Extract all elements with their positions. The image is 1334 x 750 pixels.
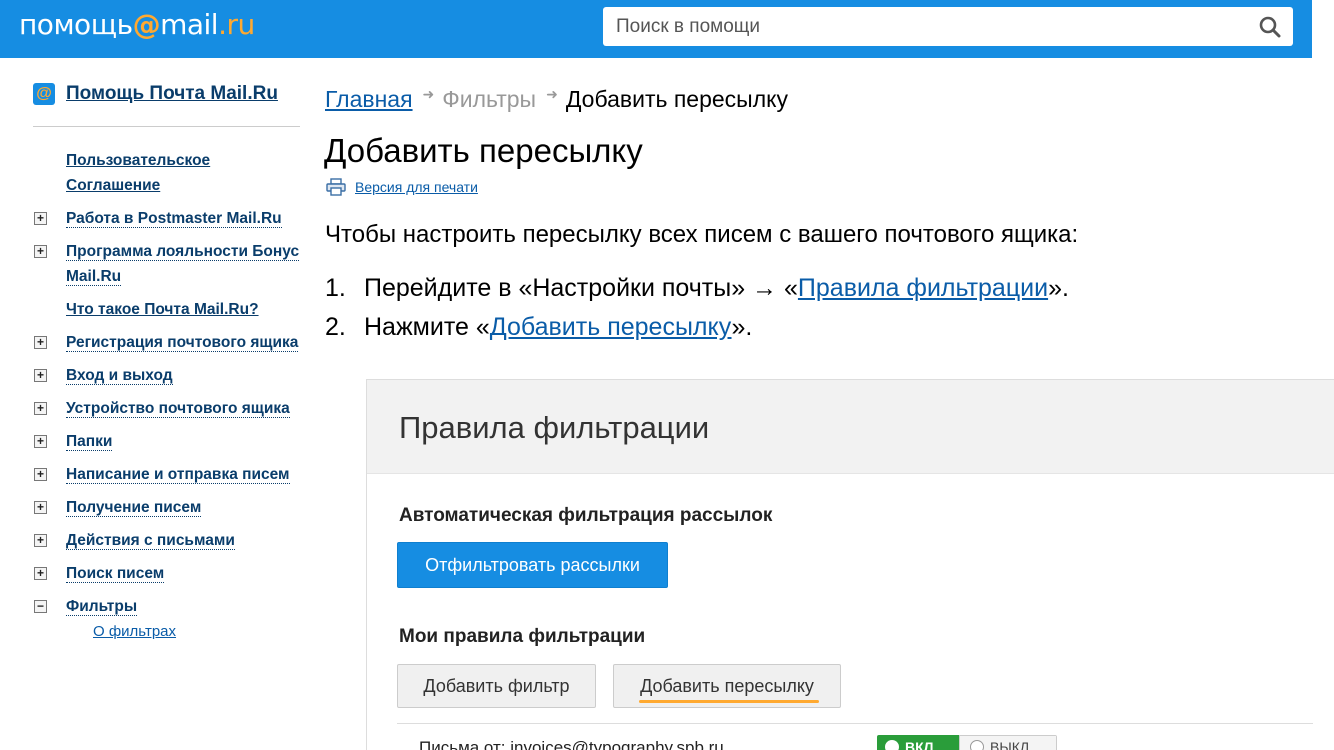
sidebar-link[interactable]: Действия с письмами (66, 532, 235, 550)
sidebar-item-what-is-mail: Что такое Почта Mail.Ru? (33, 297, 300, 322)
sidebar-link[interactable]: Работа в Postmaster Mail.Ru (66, 210, 282, 228)
expand-plus-icon[interactable]: + (34, 245, 47, 258)
breadcrumb-section: Фильтры (442, 86, 537, 112)
sidebar-item-actions: + Действия с письмами (33, 528, 300, 553)
logo-text-ru: .ru (218, 8, 255, 41)
breadcrumb: Главная ➜ Фильтры ➜ Добавить пересылку (325, 86, 788, 113)
sidebar-link[interactable]: Получение писем (66, 499, 202, 517)
radio-dot-icon (885, 740, 899, 750)
toggle-on-option[interactable]: ВКЛ (877, 735, 959, 750)
toggle-off-label: ВЫКЛ (990, 739, 1030, 750)
sidebar-link[interactable]: Пользовательское Соглашение (66, 152, 210, 194)
expand-plus-icon[interactable]: + (34, 336, 47, 349)
sidebar-item-filters: − Фильтры (33, 594, 300, 619)
expand-plus-icon[interactable]: + (34, 468, 47, 481)
expand-plus-icon[interactable]: + (34, 369, 47, 382)
step-text: ». (731, 313, 753, 341)
step-number: 1. (325, 274, 346, 302)
step-text: ». (1048, 274, 1069, 302)
sidebar: @ Помощь Почта Mail.Ru Пользовательское … (33, 80, 300, 652)
sidebar-item-user-agreement: Пользовательское Соглашение (33, 148, 300, 198)
rule-row-text: Письма от: invoices@typography.spb.ru (419, 738, 724, 750)
sidebar-link[interactable]: Программа лояльности Бонус Mail.Ru (66, 243, 300, 286)
breadcrumb-arrow-icon: ➜ (546, 86, 558, 102)
logo-at-sign: @ (132, 8, 161, 41)
step-item: 2. Нажмите «Добавить пересылку». (325, 313, 1069, 352)
sidebar-item-loyalty: + Программа лояльности Бонус Mail.Ru (33, 239, 300, 289)
sidebar-item-postmaster: + Работа в Postmaster Mail.Ru (33, 206, 300, 231)
expand-plus-icon[interactable]: + (34, 567, 47, 580)
breadcrumb-current: Добавить пересылку (565, 86, 788, 112)
search-input[interactable] (603, 7, 1233, 46)
auto-filter-title: Автоматическая фильтрация рассылок (399, 505, 773, 526)
filter-mailings-button[interactable]: Отфильтровать рассылки (397, 542, 668, 588)
sidebar-title-link[interactable]: Помощь Почта Mail.Ru (66, 83, 278, 105)
sidebar-sublink[interactable]: О фильтрах (93, 623, 176, 640)
sidebar-link[interactable]: Регистрация почтового ящика (66, 334, 299, 352)
breadcrumb-arrow-icon: ➜ (422, 86, 435, 102)
toggle-off-option[interactable]: ВЫКЛ (959, 735, 1057, 750)
screenshot-header: Правила фильтрации (367, 380, 1334, 474)
radio-empty-icon (970, 740, 984, 750)
sidebar-link[interactable]: Поиск писем (66, 565, 165, 583)
sidebar-link[interactable]: Написание и отправка писем (66, 466, 290, 484)
top-header: помощь @ mail .ru (0, 0, 1312, 58)
expand-plus-icon[interactable]: + (34, 435, 47, 448)
my-rules-title: Мои правила фильтрации (399, 626, 646, 647)
step-number: 2. (325, 313, 346, 341)
sidebar-item-writing-sending: + Написание и отправка писем (33, 462, 300, 487)
breadcrumb-home[interactable]: Главная (325, 86, 413, 113)
step-text: Нажмите « (364, 313, 490, 341)
sidebar-nav: Пользовательское Соглашение + Работа в Po… (33, 148, 300, 644)
logo-text-mail: mail (160, 8, 219, 41)
sidebar-subitem-about-filters: О фильтрах (33, 619, 300, 644)
logo-text-help: помощь (19, 8, 133, 41)
highlight-underline (639, 700, 819, 703)
search-box (603, 7, 1293, 46)
sidebar-link[interactable]: Что такое Почта Mail.Ru? (66, 301, 259, 318)
expand-plus-icon[interactable]: + (34, 402, 47, 415)
add-forward-link[interactable]: Добавить пересылку (490, 313, 732, 341)
sidebar-item-search: + Поиск писем (33, 561, 300, 586)
screenshot-heading: Правила фильтрации (399, 410, 710, 445)
expand-plus-icon[interactable]: + (34, 501, 47, 514)
rules-list-divider (397, 723, 1313, 724)
rule-toggle: ВКЛ ВЫКЛ (877, 735, 1057, 750)
sidebar-item-registration: + Регистрация почтового ящика (33, 330, 300, 355)
expand-plus-icon[interactable]: + (34, 212, 47, 225)
print-version: Версия для печати (326, 178, 478, 196)
search-icon[interactable] (1259, 16, 1281, 38)
sidebar-title: @ Помощь Почта Mail.Ru (33, 80, 300, 108)
toggle-on-label: ВКЛ (905, 739, 934, 750)
sidebar-link[interactable]: Фильтры (66, 598, 138, 616)
filter-rules-link[interactable]: Правила фильтрации (798, 274, 1048, 302)
sidebar-item-mailbox-structure: + Устройство почтового ящика (33, 396, 300, 421)
step-text: Перейдите в «Настройки почты» → « (364, 274, 798, 302)
printer-icon (326, 178, 346, 196)
mail-at-icon: @ (33, 83, 55, 105)
intro-text: Чтобы настроить пересылку всех писем с в… (325, 221, 1079, 248)
add-filter-button[interactable]: Добавить фильтр (397, 664, 596, 708)
step-item: 1. Перейдите в «Настройки почты» → «Прави… (325, 274, 1069, 313)
print-version-link[interactable]: Версия для печати (355, 179, 478, 195)
collapse-minus-icon[interactable]: − (34, 600, 47, 613)
sidebar-link[interactable]: Папки (66, 433, 113, 451)
sidebar-link[interactable]: Устройство почтового ящика (66, 400, 290, 418)
sidebar-item-login-logout: + Вход и выход (33, 363, 300, 388)
sidebar-item-folders: + Папки (33, 429, 300, 454)
sidebar-link[interactable]: Вход и выход (66, 367, 173, 385)
filter-rules-screenshot: Правила фильтрации Автоматическая фильтр… (366, 379, 1334, 750)
page-title: Добавить пересылку (324, 132, 643, 169)
sidebar-divider (33, 126, 300, 127)
mail-ru-help-logo[interactable]: помощь @ mail .ru (19, 8, 255, 44)
expand-plus-icon[interactable]: + (34, 534, 47, 547)
steps-list: 1. Перейдите в «Настройки почты» → «Прави… (325, 274, 1069, 352)
sidebar-item-receiving: + Получение писем (33, 495, 300, 520)
